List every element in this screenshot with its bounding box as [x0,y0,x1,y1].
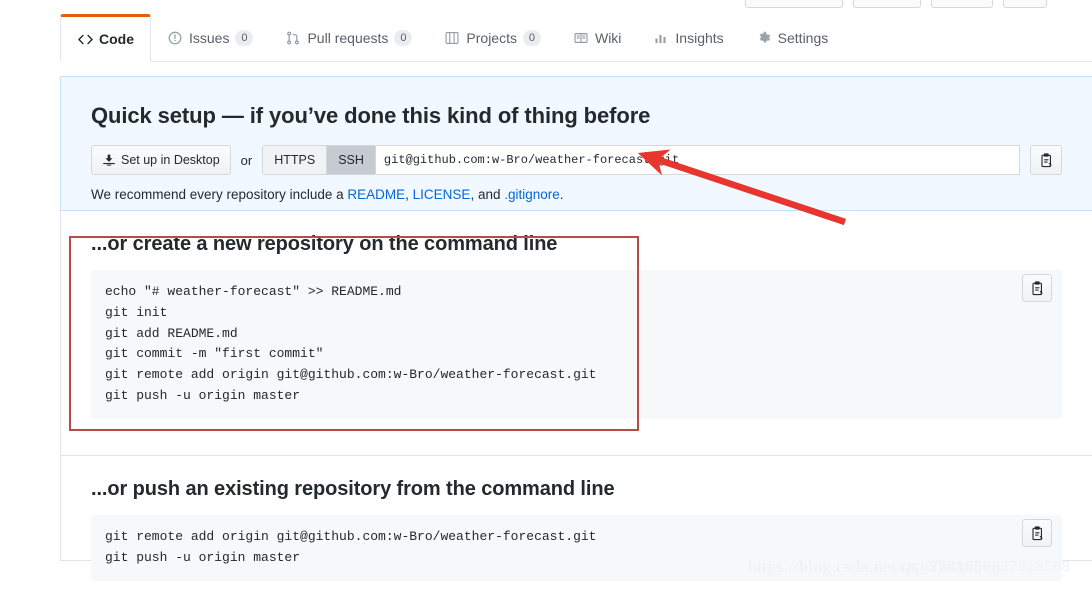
clipboard-icon [1030,525,1045,541]
book-icon [573,30,589,46]
recommend-suffix: . [559,187,564,202]
top-stub-button-2[interactable] [853,0,921,8]
tab-projects-label: Projects [466,29,517,46]
quick-setup-panel: Quick setup — if you’ve done this kind o… [60,76,1092,211]
tab-projects-count: 0 [522,29,541,46]
tab-settings[interactable]: Settings [740,14,845,61]
clone-row: Set up in Desktop or HTTPS SSH git@githu… [91,145,1062,175]
protocol-https-button[interactable]: HTTPS [262,145,327,175]
top-stub-button-1[interactable] [745,0,843,8]
tab-insights[interactable]: Insights [637,14,739,61]
watermark-overlay-text: csdn/blog/qq_37818568 [900,558,1071,575]
project-board-icon [444,30,460,46]
tab-pull-requests-label: Pull requests [307,29,389,46]
quick-setup-heading: Quick setup — if you’ve done this kind o… [91,103,651,128]
gear-icon [756,30,772,46]
clone-url-input[interactable]: git@github.com:w-Bro/weather-forecast.gi… [375,145,1020,175]
tab-wiki-label: Wiki [594,29,622,46]
license-link[interactable]: LICENSE [413,187,471,202]
create-code-wrapper: echo "# weather-forecast" >> README.md g… [91,270,1062,419]
tab-issues-label: Issues [189,29,230,46]
clipboard-icon [1030,280,1045,296]
gitignore-link[interactable]: .gitignore [504,187,560,202]
protocol-toggle-group: HTTPS SSH [262,145,376,175]
clipboard-icon [1039,152,1054,168]
set-up-in-desktop-label: Set up in Desktop [121,153,220,167]
copy-push-code-button[interactable] [1022,519,1052,547]
desktop-download-icon [102,153,116,167]
tab-issues-count: 0 [235,29,254,46]
tab-code[interactable]: Code [60,14,151,62]
tab-issues[interactable]: Issues 0 [151,14,269,61]
or-label: or [240,152,253,168]
issue-opened-icon [167,30,183,46]
tab-code-label: Code [99,31,134,47]
tab-projects[interactable]: Projects 0 [428,14,557,61]
create-new-repository-section: ...or create a new repository on the com… [60,211,1092,456]
recommend-prefix: We recommend every repository include a [91,187,348,202]
recommendation-text: We recommend every repository include a … [91,187,1062,202]
github-repo-setup-page: Code Issues 0 Pull requests 0 Projects 0 [0,0,1092,591]
tab-pull-requests-count: 0 [394,29,413,46]
graph-icon [653,30,669,46]
tab-settings-label: Settings [777,29,829,46]
tab-insights-label: Insights [675,29,724,46]
copy-create-code-button[interactable] [1022,274,1052,302]
csdn-watermark: https://blog.csdn.net/qq_37818568 csdn/b… [748,557,1070,577]
recommend-sep-2: , and [470,187,505,202]
push-existing-repository-section: ...or push an existing repository from t… [60,456,1092,581]
set-up-in-desktop-button[interactable]: Set up in Desktop [91,145,231,175]
git-pull-request-icon [285,30,301,46]
top-stub-button-4[interactable] [1003,0,1047,8]
create-code-block: echo "# weather-forecast" >> README.md g… [91,270,1062,419]
readme-link[interactable]: README [347,187,405,202]
push-section-heading: ...or push an existing repository from t… [91,478,615,500]
top-cut-off-buttons [745,0,1047,8]
tab-wiki[interactable]: Wiki [557,14,637,61]
copy-clone-url-button[interactable] [1030,145,1062,175]
recommend-sep-1: , [405,187,413,202]
repo-nav-tabs: Code Issues 0 Pull requests 0 Projects 0 [60,14,1092,62]
code-icon [77,31,93,47]
tab-pull-requests[interactable]: Pull requests 0 [269,14,428,61]
create-section-heading: ...or create a new repository on the com… [91,233,558,255]
protocol-ssh-button[interactable]: SSH [326,145,376,175]
top-stub-button-3[interactable] [931,0,993,8]
